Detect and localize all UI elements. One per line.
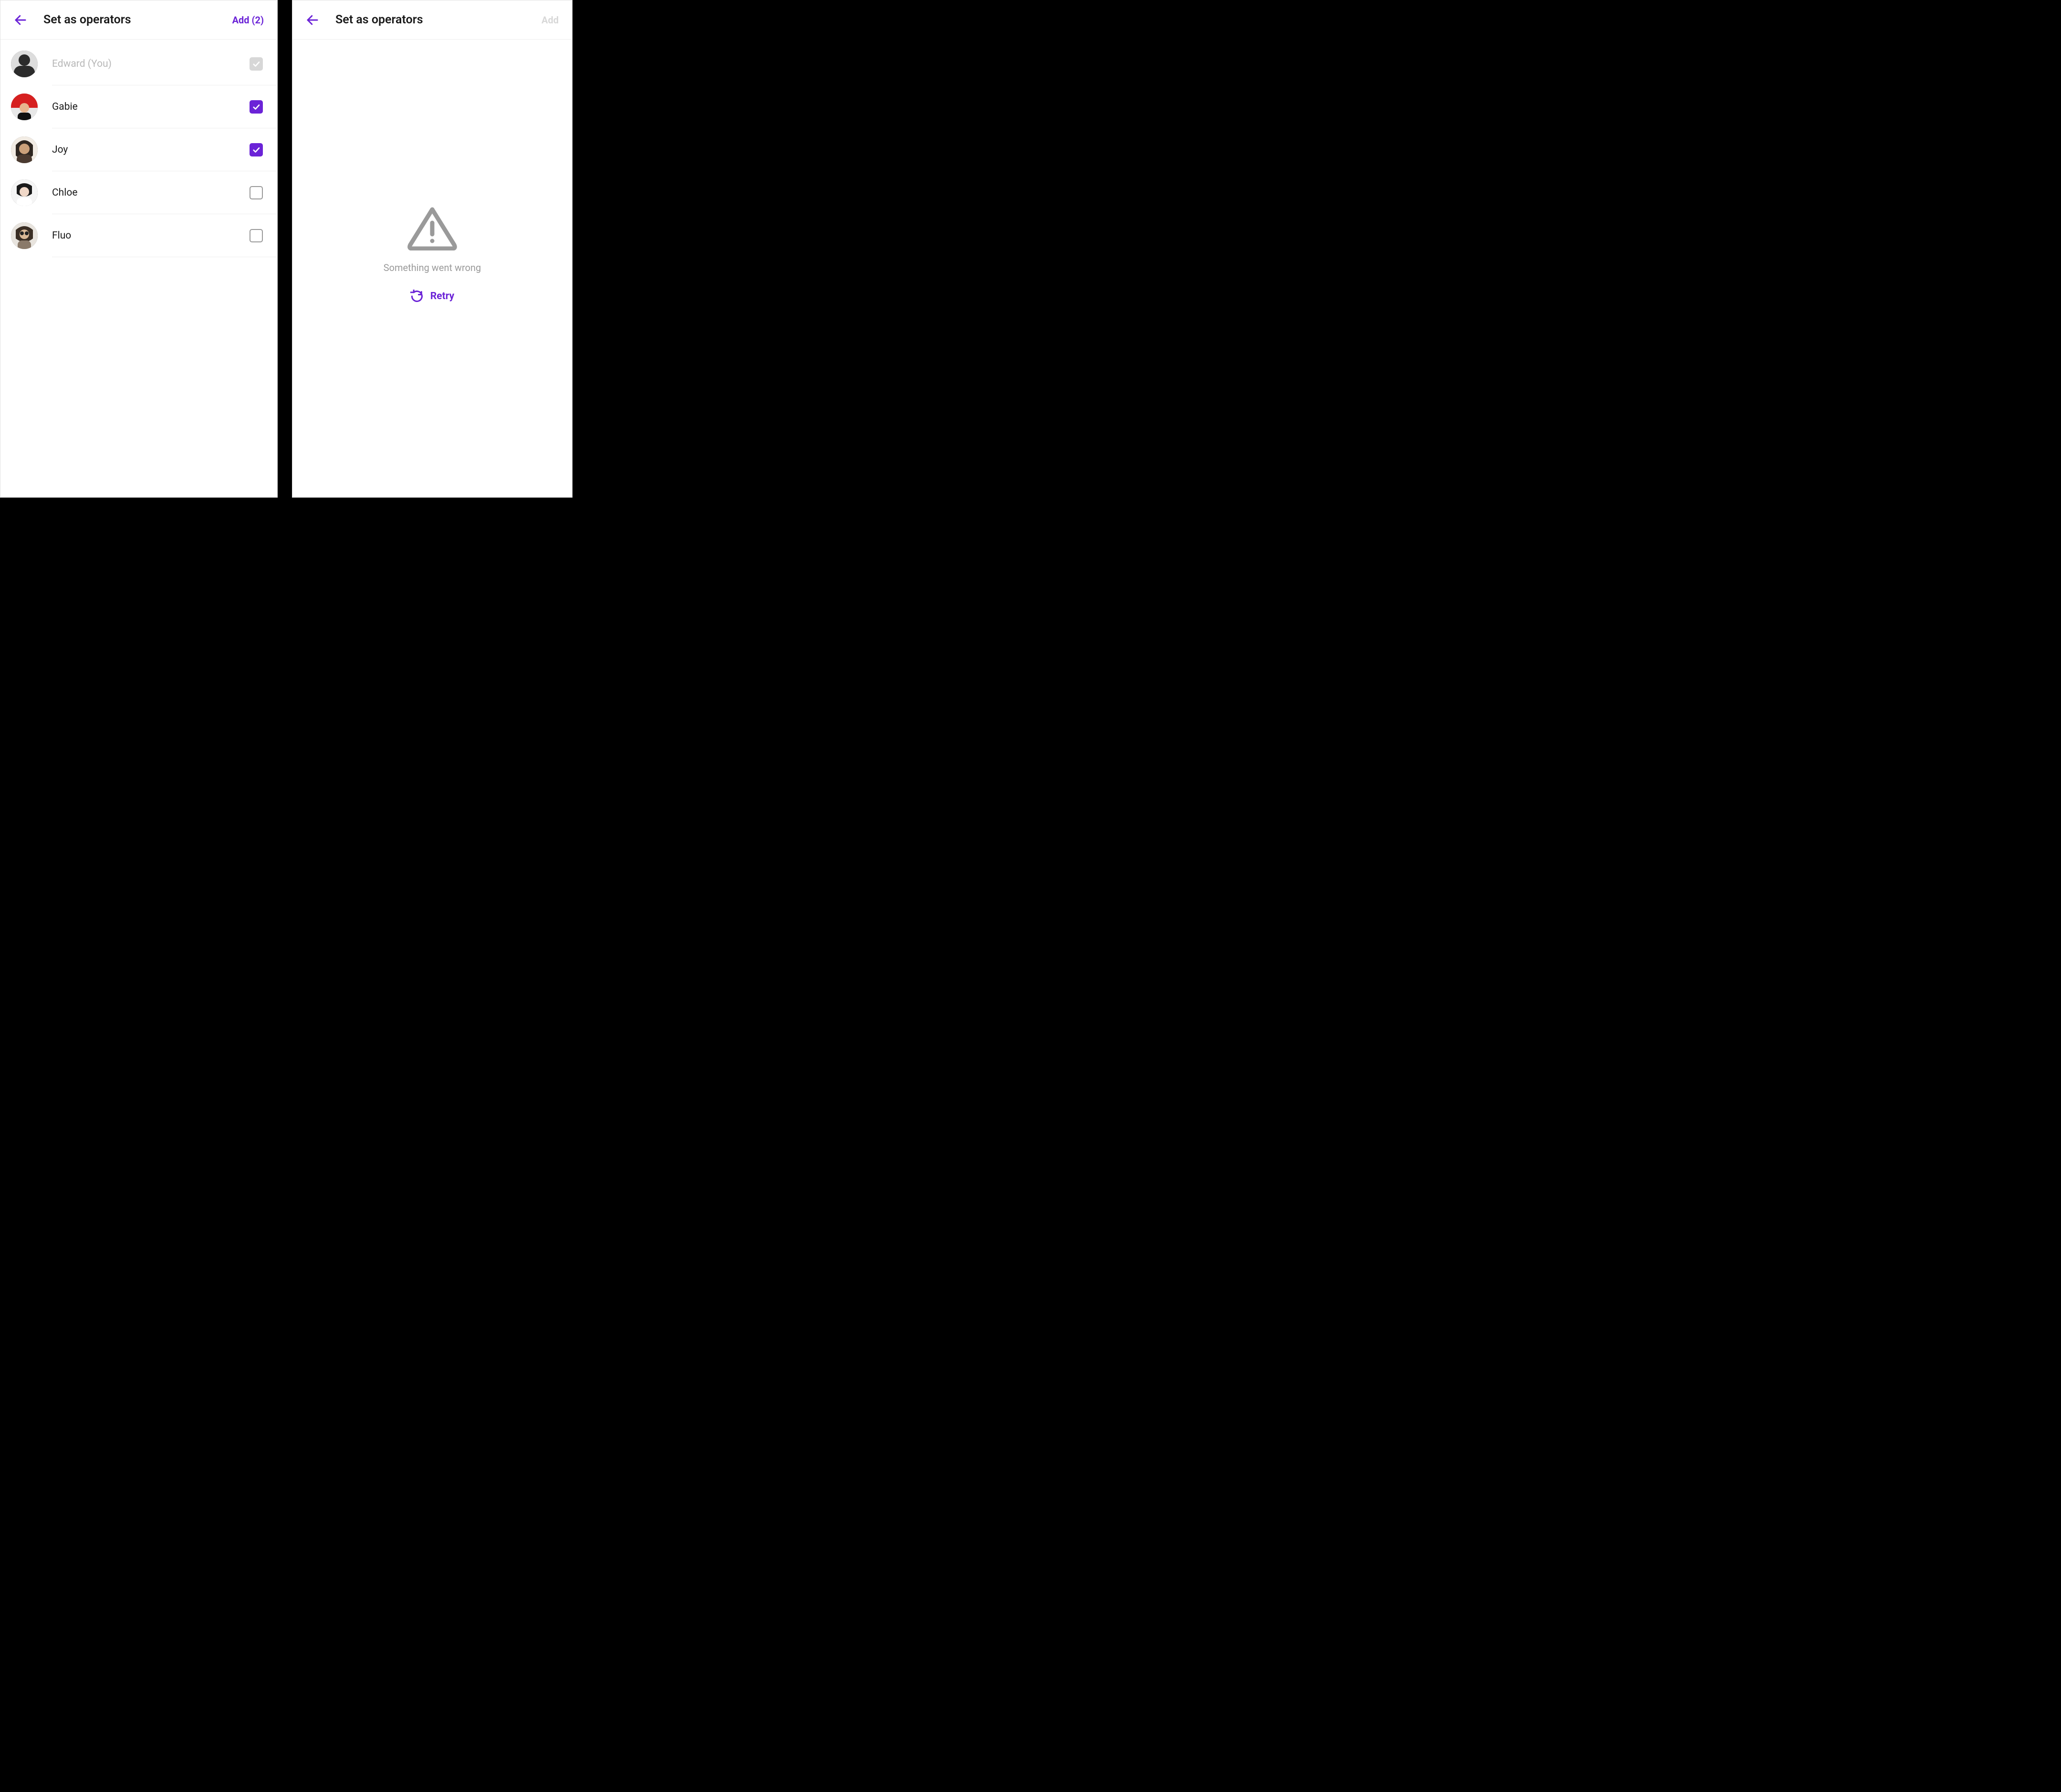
member-row[interactable]: Edward (You)	[0, 42, 277, 85]
avatar	[11, 51, 38, 77]
retry-label: Retry	[430, 291, 454, 302]
checkbox-checked[interactable]	[250, 143, 263, 156]
screen-operator-select: Set as operators Add (2) Edward (You) Ga…	[0, 0, 278, 498]
retry-button[interactable]: Retry	[410, 290, 454, 303]
avatar	[11, 222, 38, 249]
page-title: Set as operators	[43, 13, 232, 27]
checkbox-unchecked[interactable]	[250, 186, 263, 199]
avatar	[11, 94, 38, 120]
member-row[interactable]: Chloe	[0, 171, 277, 214]
checkbox-checked[interactable]	[250, 100, 263, 114]
member-name: Joy	[52, 144, 250, 156]
error-state: Something went wrong Retry	[292, 40, 572, 497]
avatar	[11, 136, 38, 163]
member-name: Chloe	[52, 187, 250, 198]
member-name: Edward (You)	[52, 58, 250, 70]
add-button-disabled: Add	[541, 14, 562, 26]
screen-operator-error: Set as operators Add Something went wron…	[292, 0, 572, 498]
back-button[interactable]	[11, 10, 30, 30]
member-list: Edward (You) Gabie Joy	[0, 40, 277, 257]
member-row[interactable]: Fluo	[0, 214, 277, 257]
check-icon	[252, 103, 260, 111]
arrow-left-icon	[13, 13, 28, 27]
retry-icon	[410, 290, 424, 303]
member-name: Fluo	[52, 230, 250, 241]
check-icon	[252, 146, 260, 154]
header: Set as operators Add (2)	[0, 0, 277, 40]
page-title: Set as operators	[335, 13, 541, 27]
member-name: Gabie	[52, 101, 250, 113]
add-button[interactable]: Add (2)	[232, 14, 267, 26]
checkbox-locked	[250, 57, 263, 71]
avatar	[11, 179, 38, 206]
back-button[interactable]	[303, 10, 322, 30]
header: Set as operators Add	[292, 0, 572, 40]
screen-divider	[278, 0, 292, 498]
check-icon	[252, 60, 260, 68]
member-row[interactable]: Joy	[0, 128, 277, 171]
member-row[interactable]: Gabie	[0, 85, 277, 128]
error-message: Something went wrong	[384, 262, 481, 273]
warning-icon	[406, 206, 458, 250]
checkbox-unchecked[interactable]	[250, 229, 263, 242]
arrow-left-icon	[305, 13, 320, 27]
